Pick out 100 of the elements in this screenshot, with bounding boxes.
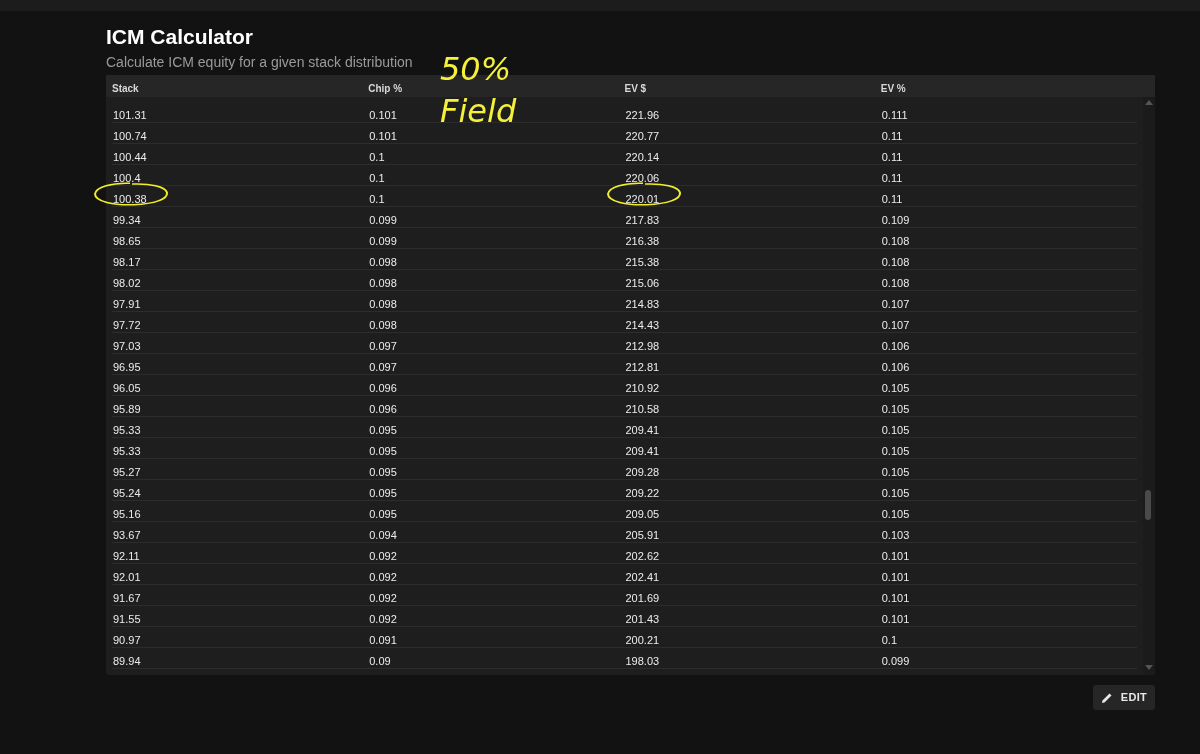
table-cell: 99.34: [112, 214, 142, 226]
table-cell: 214.43: [624, 319, 661, 331]
table-cell: 0.107: [880, 298, 911, 310]
table-cell: 95.33: [112, 445, 142, 457]
table-cell: 0.099: [368, 214, 398, 226]
table-cell: 97.72: [112, 319, 142, 331]
table-cell: 202.62: [624, 550, 661, 562]
table-cell: 209.22: [624, 487, 661, 499]
table-cell: 93.67: [112, 529, 142, 541]
table-cell: 201.69: [624, 592, 661, 604]
table-cell: 97.03: [112, 340, 142, 352]
table-cell: 0.1: [368, 193, 386, 205]
scroll-down-icon[interactable]: [1145, 665, 1153, 671]
scroll-up-icon[interactable]: [1145, 99, 1153, 105]
table-cell: 100.4: [112, 172, 142, 184]
table-cell: 0.108: [880, 277, 911, 289]
table-cell: 100.38: [112, 193, 148, 205]
table-cell: 92.11: [112, 550, 141, 562]
table-cell: 216.38: [624, 235, 661, 247]
table-cell: 0.095: [368, 487, 398, 499]
table-cell: 0.105: [880, 487, 911, 499]
table-cell: 100.44: [112, 151, 148, 163]
table-cell: 95.89: [112, 403, 142, 415]
table-cell: 0.108: [880, 256, 911, 268]
table-cell: 0.101: [880, 550, 911, 562]
scrollbar-track[interactable]: [1143, 97, 1155, 675]
table-cell: 202.41: [624, 571, 661, 583]
edit-button[interactable]: EDIT: [1092, 685, 1155, 710]
table-cell: 0.101: [368, 130, 398, 142]
pencil-icon: [1100, 691, 1113, 704]
table-cell: 198.03: [624, 655, 661, 667]
table-cell: 95.16: [112, 508, 142, 520]
table-cell: 98.02: [112, 277, 142, 289]
table-cell: 212.81: [624, 361, 661, 373]
table-cell: 0.09: [368, 655, 392, 667]
table-cell: 96.05: [112, 382, 142, 394]
table-cell: 0.096: [368, 382, 398, 394]
table-cell: 0.101: [368, 109, 398, 121]
table-cell: 0.103: [880, 529, 911, 541]
table-cell: 96.95: [112, 361, 142, 373]
table-cell: 0.106: [880, 361, 911, 373]
scrollbar-thumb[interactable]: [1145, 490, 1151, 520]
table-cell: 0.1: [368, 151, 386, 163]
table-cell: 0.105: [880, 466, 911, 478]
table-cell: 0.106: [880, 340, 911, 352]
table-cell: 210.92: [624, 382, 661, 394]
table-cell: 91.67: [112, 592, 142, 604]
table-cell: 0.098: [368, 256, 398, 268]
table-cell: 0.097: [368, 361, 398, 373]
table-cell: 215.06: [624, 277, 661, 289]
table-cell: 0.098: [368, 298, 398, 310]
table-cell: 97.91: [112, 298, 142, 310]
table-cell: 215.38: [624, 256, 661, 268]
table-cell: 209.41: [624, 445, 661, 457]
table-cell: 0.092: [368, 592, 398, 604]
page-title: ICM Calculator: [106, 25, 254, 49]
page-subtitle: Calculate ICM equity for a given stack distribution: [106, 53, 413, 71]
column-header[interactable]: EV $: [624, 83, 647, 94]
handwritten-note: Field: [440, 91, 517, 132]
table-cell: 95.24: [112, 487, 142, 499]
table-cell: 0.098: [368, 277, 398, 289]
table-cell: 98.65: [112, 235, 142, 247]
table-cell: 100.74: [112, 130, 148, 142]
table-cell: 0.092: [368, 550, 398, 562]
table-cell: 0.099: [368, 235, 398, 247]
table-cell: 0.099: [880, 655, 911, 667]
table-cell: 0.092: [368, 571, 398, 583]
table-cell: 95.27: [112, 466, 142, 478]
table-cell: 0.101: [880, 592, 911, 604]
table-cell: 0.105: [880, 424, 911, 436]
table-cell: 95.33: [112, 424, 142, 436]
table-cell: 0.11: [880, 172, 904, 184]
table-cell: 0.105: [880, 445, 911, 457]
table-cell: 0.091: [368, 634, 398, 646]
table-cell: 0.11: [880, 151, 904, 163]
table-cell: 209.28: [624, 466, 661, 478]
table-cell: 0.094: [368, 529, 398, 541]
column-header[interactable]: Chip %: [368, 83, 403, 94]
table-cell: 0.101: [880, 613, 911, 625]
table-cell: 221.96: [624, 109, 661, 121]
table-cell: 0.11: [880, 193, 904, 205]
table-cell: 0.109: [880, 214, 911, 226]
table-cell: 220.14: [624, 151, 661, 163]
table-cell: 0.111: [880, 109, 909, 121]
table-cell: 0.105: [880, 382, 911, 394]
column-header[interactable]: EV %: [880, 83, 906, 94]
table-cell: 91.55: [112, 613, 142, 625]
table-cell: 209.05: [624, 508, 661, 520]
table-cell: 0.095: [368, 424, 398, 436]
table-cell: 0.098: [368, 319, 398, 331]
column-header[interactable]: Stack: [112, 83, 139, 94]
table-cell: 90.97: [112, 634, 142, 646]
table-cell: 200.21: [624, 634, 661, 646]
table-cell: 214.83: [624, 298, 661, 310]
table-cell: 0.1: [880, 634, 899, 646]
table-cell: 92.01: [112, 571, 142, 583]
table-cell: 89.94: [112, 655, 142, 667]
table-cell: 0.11: [880, 130, 904, 142]
table-cell: 0.107: [880, 319, 911, 331]
table-cell: 217.83: [624, 214, 661, 226]
